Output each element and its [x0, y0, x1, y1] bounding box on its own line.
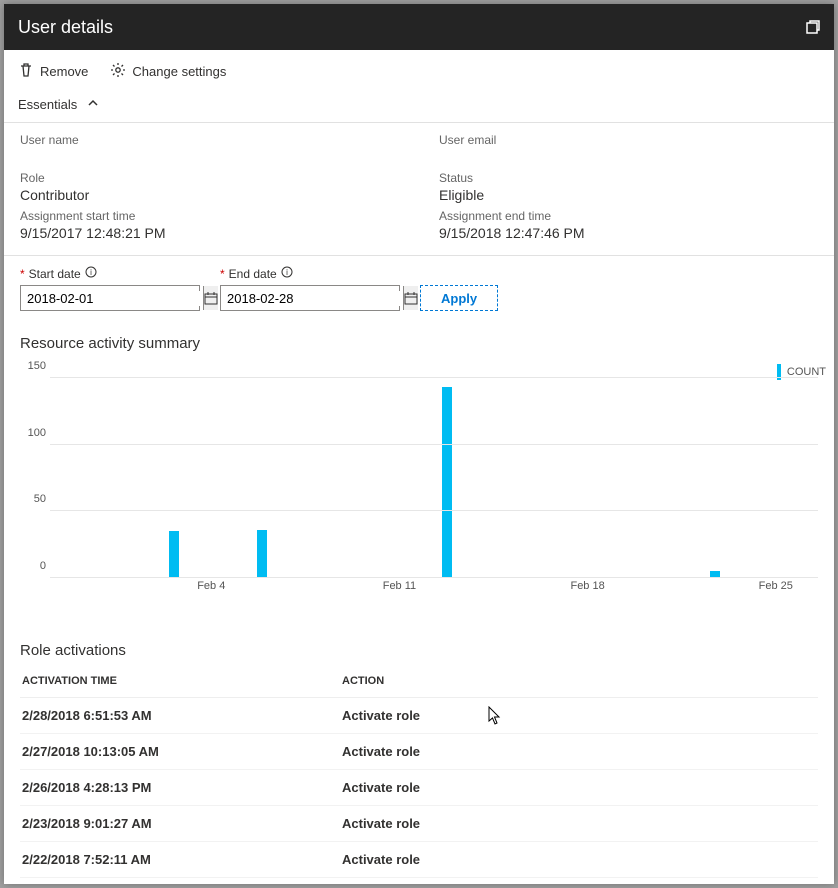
cell-action: Activate role	[342, 708, 816, 723]
calendar-icon[interactable]	[403, 286, 418, 310]
info-icon[interactable]: i	[85, 266, 97, 281]
titlebar: User details	[4, 4, 834, 50]
col-activation-time: Activation time	[22, 675, 342, 687]
x-axis-label: Feb 11	[383, 580, 416, 592]
end-date-label: End date	[229, 267, 277, 281]
x-axis-label: Feb 4	[197, 580, 225, 592]
cell-activation-time: 2/27/2018 10:13:05 AM	[22, 744, 342, 759]
chart-bars	[50, 378, 818, 578]
essentials-toggle[interactable]: Essentials	[4, 89, 834, 123]
table-row[interactable]: 2/27/2018 10:13:05 AMActivate role	[20, 734, 818, 770]
cell-activation-time: 2/23/2018 9:01:27 AM	[22, 816, 342, 831]
grid-line	[50, 577, 818, 578]
date-filter-row: * Start date i * End date i Apply	[4, 256, 834, 317]
x-axis-label: Feb 25	[759, 580, 793, 592]
cell-action: Activate role	[342, 744, 816, 759]
required-asterisk: *	[220, 267, 225, 281]
x-axis-label: Feb 18	[570, 580, 604, 592]
gear-icon	[110, 62, 126, 81]
toolbar: Remove Change settings	[4, 50, 834, 89]
start-date-input[interactable]	[27, 291, 203, 306]
role-value: Contributor	[20, 187, 399, 203]
table-body: 2/28/2018 6:51:53 AMActivate role2/27/20…	[20, 698, 818, 878]
cell-action: Activate role	[342, 816, 816, 831]
y-axis-label: 0	[20, 560, 46, 572]
start-date-label: Start date	[29, 267, 81, 281]
end-date-field: * End date i	[220, 266, 400, 311]
table-header: Activation time Action	[20, 665, 818, 698]
calendar-icon[interactable]	[203, 286, 218, 310]
start-date-field: * Start date i	[20, 266, 200, 311]
cell-activation-time: 2/26/2018 4:28:13 PM	[22, 780, 342, 795]
restore-window-icon[interactable]	[806, 20, 820, 34]
svg-text:i: i	[286, 268, 288, 277]
chevron-up-icon	[87, 97, 99, 112]
role-field: Role Contributor	[20, 171, 399, 205]
role-label: Role	[20, 171, 399, 185]
info-icon[interactable]: i	[281, 266, 293, 281]
cell-action: Activate role	[342, 780, 816, 795]
table-row[interactable]: 2/26/2018 4:28:13 PMActivate role	[20, 770, 818, 806]
status-value: Eligible	[439, 187, 818, 203]
change-settings-label: Change settings	[132, 64, 226, 79]
essentials-label: Essentials	[18, 97, 77, 112]
status-label: Status	[439, 171, 818, 185]
page-title: User details	[18, 17, 113, 38]
assignment-start-label: Assignment start time	[20, 209, 399, 223]
required-asterisk: *	[20, 267, 25, 281]
grid-line	[50, 377, 818, 378]
assignment-end-label: Assignment end time	[439, 209, 818, 223]
chart-title: Resource activity summary	[4, 317, 834, 358]
assignment-end-value: 9/15/2018 12:47:46 PM	[439, 225, 818, 241]
activations-title: Role activations	[4, 624, 834, 665]
chart: COUNT Feb 4Feb 11Feb 18Feb 25 050100150	[20, 364, 818, 624]
status-field: Status Eligible	[439, 171, 818, 205]
assignment-start-field: Assignment start time 9/15/2017 12:48:21…	[20, 209, 399, 243]
start-date-input-wrap	[20, 285, 200, 311]
remove-button[interactable]: Remove	[18, 62, 88, 81]
apply-button[interactable]: Apply	[420, 285, 498, 311]
cell-activation-time: 2/22/2018 7:52:11 AM	[22, 852, 342, 867]
table-row[interactable]: 2/22/2018 7:52:11 AMActivate role	[20, 842, 818, 878]
user-name-field: User name	[20, 133, 399, 167]
trash-icon	[18, 62, 34, 81]
user-name-label: User name	[20, 133, 399, 147]
user-email-label: User email	[439, 133, 818, 147]
y-axis-label: 150	[20, 360, 46, 372]
svg-text:i: i	[90, 268, 92, 277]
user-details-panel: User details Remove Change settings Esse…	[4, 4, 834, 884]
activations-table: Activation time Action 2/28/2018 6:51:53…	[4, 665, 834, 878]
col-action: Action	[342, 675, 816, 687]
end-date-input[interactable]	[227, 291, 403, 306]
chart-bar[interactable]	[257, 530, 267, 578]
end-date-input-wrap	[220, 285, 400, 311]
chart-x-ticks: Feb 4 Feb 11 Feb 18 Feb 25	[50, 580, 818, 600]
chart-area: Feb 4Feb 11Feb 18Feb 25 050100150	[20, 368, 818, 578]
chart-bar[interactable]	[442, 387, 452, 578]
chart-bar[interactable]	[169, 531, 179, 578]
essentials-body: User name User email Role Contributor St…	[4, 123, 834, 256]
grid-line	[50, 510, 818, 511]
change-settings-button[interactable]: Change settings	[110, 62, 226, 81]
table-row[interactable]: 2/23/2018 9:01:27 AMActivate role	[20, 806, 818, 842]
y-axis-label: 100	[20, 427, 46, 439]
assignment-end-field: Assignment end time 9/15/2018 12:47:46 P…	[439, 209, 818, 243]
remove-label: Remove	[40, 64, 88, 79]
grid-line	[50, 444, 818, 445]
y-axis-label: 50	[20, 493, 46, 505]
user-email-field: User email	[439, 133, 818, 167]
cell-action: Activate role	[342, 852, 816, 867]
table-row[interactable]: 2/28/2018 6:51:53 AMActivate role	[20, 698, 818, 734]
cell-activation-time: 2/28/2018 6:51:53 AM	[22, 708, 342, 723]
assignment-start-value: 9/15/2017 12:48:21 PM	[20, 225, 399, 241]
